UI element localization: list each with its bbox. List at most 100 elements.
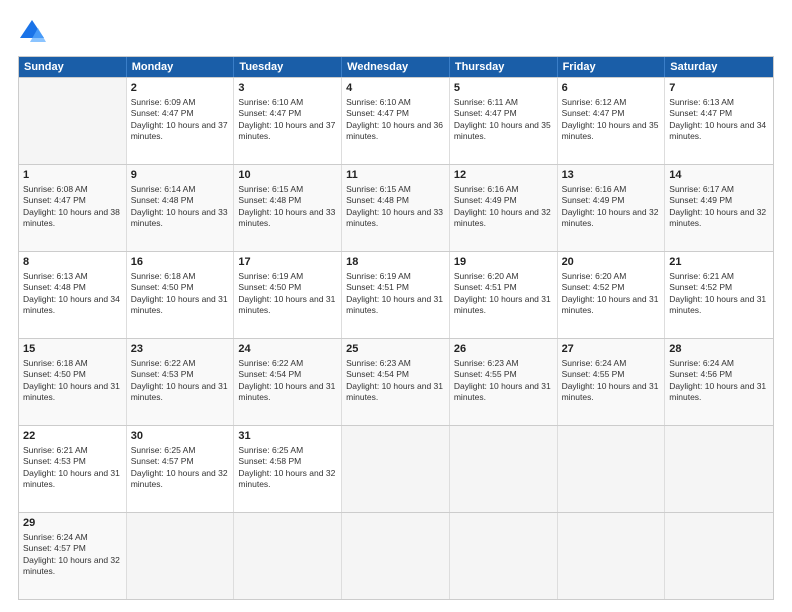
- calendar-cell: 17Sunrise: 6:19 AMSunset: 4:50 PMDayligh…: [234, 252, 342, 338]
- calendar-cell: 3Sunrise: 6:10 AMSunset: 4:47 PMDaylight…: [234, 78, 342, 164]
- day-number: 22: [23, 429, 122, 444]
- daylight-text: Daylight: 10 hours and 32 minutes.: [669, 207, 766, 228]
- sunrise-text: Sunrise: 6:24 AM: [669, 358, 734, 368]
- sunrise-text: Sunrise: 6:23 AM: [346, 358, 411, 368]
- calendar-cell: 8Sunrise: 6:13 AMSunset: 4:48 PMDaylight…: [19, 252, 127, 338]
- sunset-text: Sunset: 4:49 PM: [562, 195, 625, 205]
- daylight-text: Daylight: 10 hours and 31 minutes.: [346, 381, 443, 402]
- day-number: 16: [131, 255, 230, 270]
- day-number: 10: [238, 168, 337, 183]
- sunrise-text: Sunrise: 6:16 AM: [454, 184, 519, 194]
- calendar-cell: 4Sunrise: 6:10 AMSunset: 4:47 PMDaylight…: [342, 78, 450, 164]
- day-number: 8: [23, 255, 122, 270]
- sunrise-text: Sunrise: 6:18 AM: [23, 358, 88, 368]
- calendar-cell: 5Sunrise: 6:11 AMSunset: 4:47 PMDaylight…: [450, 78, 558, 164]
- sunrise-text: Sunrise: 6:19 AM: [238, 271, 303, 281]
- day-number: 6: [562, 81, 661, 96]
- day-number: 23: [131, 342, 230, 357]
- calendar-week-row: 15Sunrise: 6:18 AMSunset: 4:50 PMDayligh…: [19, 338, 773, 425]
- day-number: 29: [23, 516, 122, 531]
- sunset-text: Sunset: 4:48 PM: [23, 282, 86, 292]
- calendar-cell: [127, 513, 235, 599]
- day-number: 13: [562, 168, 661, 183]
- daylight-text: Daylight: 10 hours and 34 minutes.: [669, 120, 766, 141]
- sunrise-text: Sunrise: 6:19 AM: [346, 271, 411, 281]
- sunset-text: Sunset: 4:49 PM: [454, 195, 517, 205]
- calendar-cell: 14Sunrise: 6:17 AMSunset: 4:49 PMDayligh…: [665, 165, 773, 251]
- day-number: 31: [238, 429, 337, 444]
- sunset-text: Sunset: 4:57 PM: [23, 543, 86, 553]
- calendar-week-row: 1Sunrise: 6:08 AMSunset: 4:47 PMDaylight…: [19, 164, 773, 251]
- day-number: 9: [131, 168, 230, 183]
- calendar-cell: 22Sunrise: 6:21 AMSunset: 4:53 PMDayligh…: [19, 426, 127, 512]
- calendar-body: 2Sunrise: 6:09 AM Sunset: 4:47 PM Daylight…: [19, 77, 773, 599]
- sunrise-text: Sunrise: 6:25 AM: [238, 445, 303, 455]
- daylight-text: Daylight: 10 hours and 32 minutes.: [562, 207, 659, 228]
- calendar-cell: 20Sunrise: 6:20 AMSunset: 4:52 PMDayligh…: [558, 252, 666, 338]
- daylight-text: Daylight: 10 hours and 31 minutes.: [346, 294, 443, 315]
- sunset-text: Sunset: 4:53 PM: [131, 369, 194, 379]
- day-number: 18: [346, 255, 445, 270]
- daylight-text: Daylight: 10 hours and 37 minutes.: [238, 120, 335, 141]
- sunset-text: Sunset: 4:51 PM: [454, 282, 517, 292]
- calendar-week-row: 22Sunrise: 6:21 AMSunset: 4:53 PMDayligh…: [19, 425, 773, 512]
- sunset-text: Sunset: 4:48 PM: [238, 195, 301, 205]
- header: [18, 18, 774, 46]
- sunset-text: Sunset: 4:54 PM: [346, 369, 409, 379]
- calendar-cell: 31Sunrise: 6:25 AMSunset: 4:58 PMDayligh…: [234, 426, 342, 512]
- calendar-header-day: Tuesday: [234, 57, 342, 77]
- daylight-text: Daylight: 10 hours and 31 minutes.: [23, 468, 120, 489]
- sunrise-text: Sunrise: 6:10 AM: [238, 97, 303, 107]
- daylight-text: Daylight: 10 hours and 37 minutes.: [131, 120, 228, 141]
- calendar-cell: 7Sunrise: 6:13 AMSunset: 4:47 PMDaylight…: [665, 78, 773, 164]
- calendar-cell: 24Sunrise: 6:22 AMSunset: 4:54 PMDayligh…: [234, 339, 342, 425]
- day-number: 4: [346, 81, 445, 96]
- day-number: 28: [669, 342, 769, 357]
- calendar-header-day: Saturday: [665, 57, 773, 77]
- sunset-text: Sunset: 4:51 PM: [346, 282, 409, 292]
- calendar-header-day: Thursday: [450, 57, 558, 77]
- daylight-text: Daylight: 10 hours and 31 minutes.: [238, 294, 335, 315]
- sunset-text: Sunset: 4:54 PM: [238, 369, 301, 379]
- day-number: 2: [131, 81, 230, 96]
- calendar-header-day: Monday: [127, 57, 235, 77]
- calendar-cell: 13Sunrise: 6:16 AMSunset: 4:49 PMDayligh…: [558, 165, 666, 251]
- sunrise-text: Sunrise: 6:13 AM: [23, 271, 88, 281]
- sunrise-text: Sunrise: 6:15 AM: [238, 184, 303, 194]
- sunrise-text: Sunrise: 6:09 AM: [131, 97, 196, 107]
- daylight-text: Daylight: 10 hours and 31 minutes.: [23, 381, 120, 402]
- sunset-text: Sunset: 4:57 PM: [131, 456, 194, 466]
- calendar-cell: [19, 78, 127, 164]
- calendar-cell: 29Sunrise: 6:24 AMSunset: 4:57 PMDayligh…: [19, 513, 127, 599]
- day-number: 27: [562, 342, 661, 357]
- daylight-text: Daylight: 10 hours and 31 minutes.: [669, 381, 766, 402]
- daylight-text: Daylight: 10 hours and 32 minutes.: [131, 468, 228, 489]
- sunset-text: Sunset: 4:47 PM: [346, 108, 409, 118]
- daylight-text: Daylight: 10 hours and 36 minutes.: [346, 120, 443, 141]
- day-number: 14: [669, 168, 769, 183]
- day-number: 7: [669, 81, 769, 96]
- daylight-text: Daylight: 10 hours and 31 minutes.: [454, 294, 551, 315]
- daylight-text: Daylight: 10 hours and 32 minutes.: [454, 207, 551, 228]
- sunset-text: Sunset: 4:55 PM: [562, 369, 625, 379]
- day-number: 20: [562, 255, 661, 270]
- daylight-text: Daylight: 10 hours and 38 minutes.: [23, 207, 120, 228]
- daylight-text: Daylight: 10 hours and 31 minutes.: [669, 294, 766, 315]
- sunset-text: Sunset: 4:50 PM: [131, 282, 194, 292]
- calendar-cell: [450, 426, 558, 512]
- day-number: 1: [23, 168, 122, 183]
- sunrise-text: Sunrise: 6:23 AM: [454, 358, 519, 368]
- calendar-cell: 15Sunrise: 6:18 AMSunset: 4:50 PMDayligh…: [19, 339, 127, 425]
- calendar-cell: 16Sunrise: 6:18 AMSunset: 4:50 PMDayligh…: [127, 252, 235, 338]
- sunset-text: Sunset: 4:50 PM: [23, 369, 86, 379]
- calendar-cell: 19Sunrise: 6:20 AMSunset: 4:51 PMDayligh…: [450, 252, 558, 338]
- sunrise-text: Sunrise: 6:24 AM: [23, 532, 88, 542]
- day-number: 5: [454, 81, 553, 96]
- sunrise-text: Sunrise: 6:14 AM: [131, 184, 196, 194]
- calendar-week-row: 8Sunrise: 6:13 AMSunset: 4:48 PM Daylight…: [19, 251, 773, 338]
- daylight-text: Daylight: 10 hours and 33 minutes.: [238, 207, 335, 228]
- sunrise-text: Sunrise: 6:08 AM: [23, 184, 88, 194]
- sunset-text: Sunset: 4:48 PM: [346, 195, 409, 205]
- daylight-text: Daylight: 10 hours and 32 minutes.: [238, 468, 335, 489]
- sunrise-text: Sunrise: 6:12 AM: [562, 97, 627, 107]
